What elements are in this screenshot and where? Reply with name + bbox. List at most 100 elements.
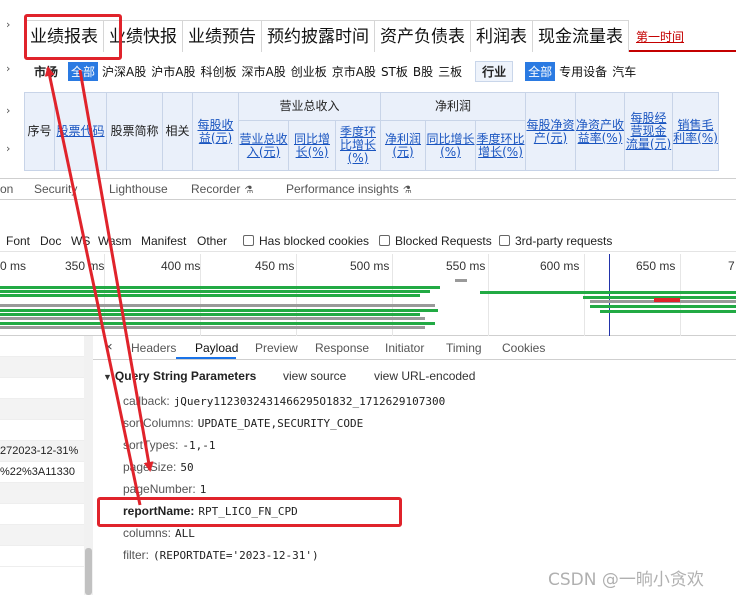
request-row[interactable] [0, 483, 84, 504]
active-tab-indicator [176, 357, 236, 359]
filter-other[interactable]: Other [197, 234, 227, 248]
waterfall-bar [600, 310, 736, 313]
col-roe[interactable]: 净资产收益率(%) [575, 92, 625, 171]
view-source-link[interactable]: view source [283, 369, 346, 383]
first-time-link[interactable]: 第一时间 [628, 20, 684, 50]
tab-performance-insights[interactable]: Performance insights ⚗ [286, 182, 412, 196]
market-item[interactable]: 京市A股 [332, 63, 376, 80]
col-gross-margin[interactable]: 销售毛利率(%) [672, 92, 719, 171]
request-row[interactable]: 272023-12-31% [0, 441, 84, 462]
checkbox-blocked-cookies[interactable]: Has blocked cookies [243, 234, 369, 248]
tab-response[interactable]: Response [315, 341, 369, 355]
market-item[interactable]: 沪深A股 [102, 63, 146, 80]
tab-cash-flow[interactable]: 现金流量表 [532, 20, 629, 52]
request-row[interactable] [0, 525, 84, 546]
checkbox-label: Has blocked cookies [259, 234, 370, 248]
scrollbar-thumb[interactable] [85, 548, 92, 595]
close-icon[interactable]: × [105, 339, 113, 354]
param-row: columns: ALL [123, 526, 195, 540]
request-row[interactable] [0, 399, 84, 420]
tab-recorder-label: Recorder [191, 182, 241, 196]
chevron-right-icon[interactable]: › [6, 104, 10, 117]
col-profit-yoy[interactable]: 同比增长(%) [425, 120, 476, 171]
chevron-right-icon[interactable]: › [6, 62, 10, 75]
tab-cookies[interactable]: Cookies [502, 341, 545, 355]
request-row[interactable] [0, 546, 84, 567]
tab-headers[interactable]: Headers [131, 341, 176, 355]
filter-manifest[interactable]: Manifest [141, 234, 186, 248]
request-row[interactable] [0, 504, 84, 525]
waterfall-bar [0, 294, 420, 297]
market-item[interactable]: 沪市A股 [151, 63, 195, 80]
timeline-gridline [488, 254, 489, 336]
col-revenue-qoq[interactable]: 季度环比增长(%) [335, 120, 381, 171]
tab-preview[interactable]: Preview [255, 341, 298, 355]
tab-performance-forecast[interactable]: 业绩预告 [182, 20, 262, 52]
filter-wasm[interactable]: Wasm [98, 234, 132, 248]
col-related: 相关 [162, 92, 193, 171]
waterfall-bar [654, 298, 680, 302]
chevron-right-icon[interactable]: › [6, 142, 10, 155]
request-row[interactable] [0, 420, 84, 441]
param-value: 50 [180, 461, 194, 474]
market-item[interactable]: ST板 [381, 63, 408, 80]
col-revenue-yoy[interactable]: 同比增长(%) [288, 120, 336, 171]
tab-initiator[interactable]: Initiator [385, 341, 424, 355]
tab-disclosure-schedule[interactable]: 预约披露时间 [261, 20, 375, 52]
checkbox-third-party[interactable]: 3rd-party requests [499, 234, 612, 248]
market-item[interactable]: 深市A股 [241, 63, 285, 80]
tab-income-statement[interactable]: 利润表 [470, 20, 533, 52]
view-url-encoded-link[interactable]: view URL-encoded [374, 369, 475, 383]
request-row[interactable] [0, 336, 84, 357]
col-eps[interactable]: 每股收益(元) [192, 92, 239, 171]
industry-item[interactable]: 汽车 [612, 63, 636, 80]
request-row[interactable]: %22%3A11330 [0, 462, 84, 483]
tab-timing[interactable]: Timing [446, 341, 482, 355]
col-revenue[interactable]: 营业总收入(元) [238, 120, 289, 171]
market-all[interactable]: 全部 [68, 61, 99, 81]
filter-doc[interactable]: Doc [40, 234, 61, 248]
col-stock-code[interactable]: 股票代码 [54, 92, 107, 171]
request-row[interactable] [0, 357, 84, 378]
param-row: sortColumns: UPDATE_DATE,SECURITY_CODE [123, 416, 363, 430]
flask-icon: ⚗ [244, 185, 254, 196]
col-bvps[interactable]: 每股净资产(元) [525, 92, 576, 171]
request-row[interactable] [0, 378, 84, 399]
network-filter-bar: Font Doc WS Wasm Manifest Other Has bloc… [0, 230, 736, 252]
market-item[interactable]: 创业板 [291, 63, 327, 80]
waterfall-bar [0, 317, 425, 320]
param-row: pageSize: 50 [123, 460, 194, 474]
chevron-right-icon[interactable]: › [6, 18, 10, 31]
tab-network[interactable]: on [0, 182, 13, 196]
tab-balance-sheet[interactable]: 资产负债表 [374, 20, 471, 52]
timeline-label: 650 ms [636, 259, 676, 273]
report-tabs: 业绩报表 业绩快报 业绩预告 预约披露时间 资产负债表 利润表 现金流量表 第一… [24, 20, 736, 52]
col-profit[interactable]: 净利润(元) [380, 120, 426, 171]
tab-performance-insights-label: Performance insights [286, 182, 399, 196]
tab-security[interactable]: Security [34, 182, 77, 196]
network-timeline[interactable]: 0 ms 350 ms 400 ms 450 ms 500 ms 550 ms … [0, 254, 736, 336]
param-row: filter: (REPORTDATE='2023-12-31') [123, 548, 319, 562]
checkbox-label: 3rd-party requests [515, 234, 613, 248]
checkbox-icon [379, 235, 390, 246]
market-item[interactable]: B股 [413, 63, 433, 80]
tab-recorder[interactable]: Recorder ⚗ [191, 182, 253, 196]
param-key: pageNumber: [123, 482, 196, 496]
industry-all[interactable]: 全部 [525, 61, 556, 81]
param-key: filter: [123, 548, 150, 562]
market-item[interactable]: 三板 [438, 63, 462, 80]
col-cfps[interactable]: 每股经营现金流量(元) [624, 92, 673, 171]
flask-icon: ⚗ [402, 185, 412, 196]
checkbox-label: Blocked Requests [395, 234, 492, 248]
checkbox-blocked-requests[interactable]: Blocked Requests [379, 234, 492, 248]
industry-item[interactable]: 专用设备 [559, 63, 607, 80]
tab-lighthouse[interactable]: Lighthouse [109, 182, 168, 196]
timeline-marker [609, 254, 610, 336]
market-item[interactable]: 科创板 [200, 63, 236, 80]
col-profit-qoq[interactable]: 季度环比增长(%) [475, 120, 526, 171]
query-string-header[interactable]: ▼ Query String Parameters [103, 369, 256, 383]
filter-ws[interactable]: WS [71, 234, 90, 248]
tab-payload[interactable]: Payload [195, 341, 238, 355]
request-list-scrollbar[interactable] [84, 336, 93, 595]
filter-font[interactable]: Font [6, 234, 30, 248]
